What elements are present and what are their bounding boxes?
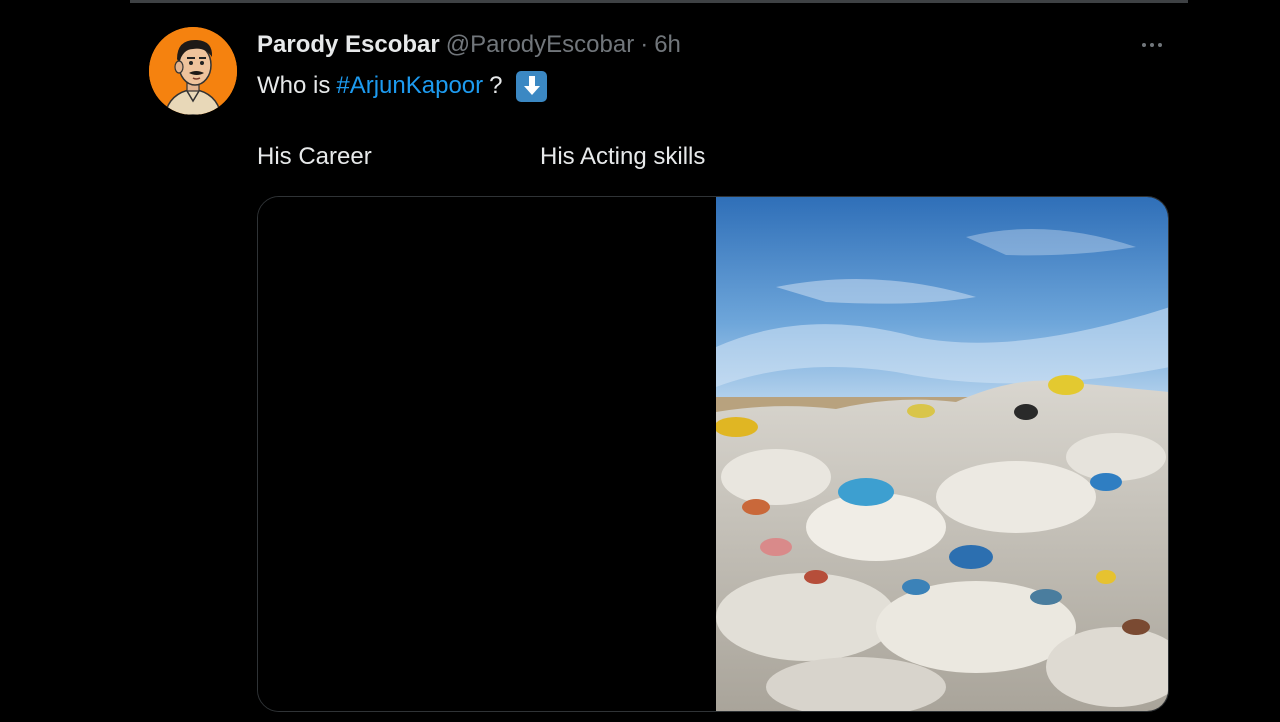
more-dot-icon — [1150, 43, 1154, 47]
tweet[interactable]: Parody Escobar @ParodyEscobar · 6h Who i… — [130, 3, 1188, 722]
down-arrow-icon — [516, 70, 548, 102]
tweet-header: Parody Escobar @ParodyEscobar · 6h — [257, 31, 681, 59]
more-options-button[interactable] — [1136, 35, 1168, 55]
tweet-media[interactable] — [257, 196, 1169, 712]
caption-left: His Career — [257, 143, 372, 170]
caption-right: His Acting skills — [540, 143, 706, 170]
media-black-panel — [258, 197, 716, 711]
hashtag-link[interactable]: #ArjunKapoor — [336, 72, 483, 100]
avatar-cartoon-icon — [149, 27, 237, 115]
more-dot-icon — [1142, 43, 1146, 47]
user-handle[interactable]: @ParodyEscobar — [446, 31, 634, 59]
display-name[interactable]: Parody Escobar — [257, 31, 440, 59]
avatar[interactable] — [149, 27, 237, 115]
timestamp[interactable]: 6h — [654, 31, 681, 59]
tweet-text: Who is #ArjunKapoor ? — [257, 69, 548, 103]
media-garbage-photo — [716, 197, 1168, 711]
tweet-text-prefix: Who is — [257, 72, 331, 99]
more-dot-icon — [1158, 43, 1162, 47]
tweet-text-suffix: ? — [489, 72, 503, 99]
separator-dot: · — [640, 31, 649, 58]
